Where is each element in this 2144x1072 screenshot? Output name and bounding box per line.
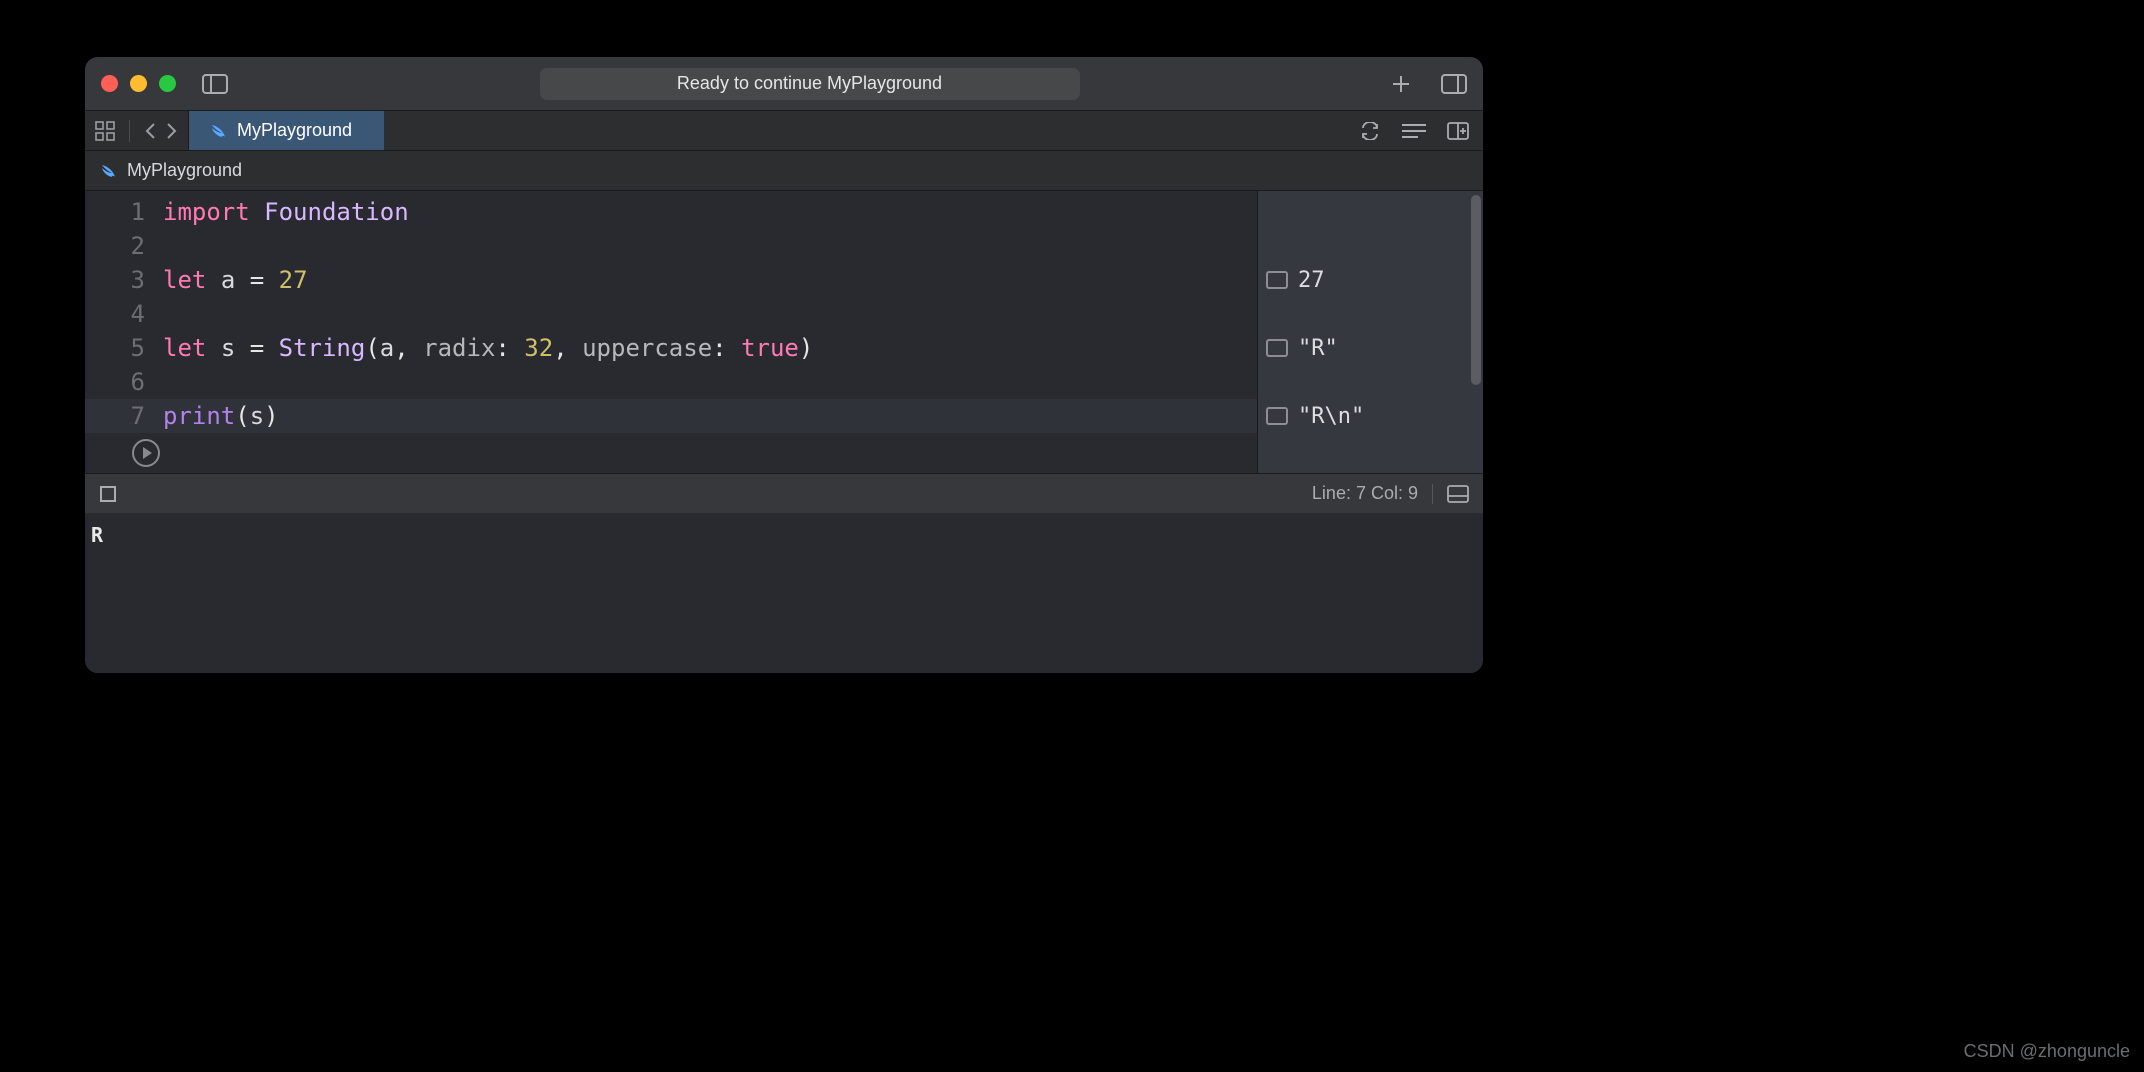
navigate-back-button[interactable] [144, 122, 158, 140]
window-controls [101, 75, 176, 92]
close-window-button[interactable] [101, 75, 118, 92]
result-line: "R" [1258, 331, 1469, 365]
zoom-window-button[interactable] [159, 75, 176, 92]
code-text: let a = 27 [163, 263, 308, 297]
line-number: 3 [85, 263, 163, 297]
code-editor[interactable]: 1import Foundation23let a = 2745let s = … [85, 191, 1257, 473]
result-line [1258, 297, 1469, 331]
debug-bar: Line: 7 Col: 9 [85, 473, 1483, 513]
related-items-button[interactable] [95, 121, 115, 141]
code-line[interactable]: 1import Foundation [85, 195, 1257, 229]
sidebar-icon [202, 74, 228, 94]
code-text: let s = String(a, radix: 32, uppercase: … [163, 331, 813, 365]
toggle-navigator-button[interactable] [202, 74, 228, 94]
watermark: CSDN @zhonguncle [1964, 1041, 2130, 1062]
toggle-debug-area-button[interactable] [1447, 485, 1469, 503]
tab-label: MyPlayground [237, 120, 352, 141]
plus-icon [1391, 74, 1411, 94]
chevron-right-icon [164, 122, 178, 140]
vertical-scrollbar[interactable] [1469, 191, 1483, 473]
swift-icon [99, 162, 117, 180]
tab-myplayground[interactable]: MyPlayground [189, 111, 384, 150]
panel-bottom-icon [1447, 485, 1469, 503]
refresh-button[interactable] [1359, 122, 1381, 140]
editor-area: 1import Foundation23let a = 2745let s = … [85, 191, 1483, 473]
jump-bar-file: MyPlayground [127, 160, 242, 181]
jump-bar[interactable]: MyPlayground [85, 151, 1483, 191]
result-line [1258, 229, 1469, 263]
result-line: "R\n" [1258, 399, 1469, 433]
toggle-breakpoints-button[interactable] [99, 485, 117, 503]
run-playground-button[interactable] [132, 439, 160, 467]
line-number: 5 [85, 331, 163, 365]
play-icon [143, 447, 152, 459]
result-value: 27 [1298, 268, 1325, 293]
navigate-forward-button[interactable] [164, 122, 178, 140]
cursor-position: Line: 7 Col: 9 [1312, 483, 1418, 504]
minimize-window-button[interactable] [130, 75, 147, 92]
add-button[interactable] [1391, 74, 1411, 94]
swift-icon [209, 122, 227, 140]
result-line [1258, 365, 1469, 399]
lines-icon [1401, 122, 1427, 140]
result-line: 27 [1258, 263, 1469, 297]
square-icon [99, 485, 117, 503]
console-output[interactable]: R [85, 513, 1483, 673]
line-number: 6 [85, 365, 163, 399]
results-sidebar: 27 "R" "R\n" [1257, 191, 1469, 473]
toggle-inspector-button[interactable] [1441, 74, 1467, 94]
quicklook-button[interactable] [1266, 271, 1288, 289]
line-number: 2 [85, 229, 163, 263]
result-line [1258, 195, 1469, 229]
status-text: Ready to continue MyPlayground [677, 73, 942, 94]
tab-bar: MyPlayground [85, 111, 1483, 151]
split-add-icon [1447, 122, 1469, 140]
add-editor-button[interactable] [1447, 122, 1469, 140]
result-value: "R\n" [1298, 404, 1364, 429]
code-text: import Foundation [163, 195, 409, 229]
sync-icon [1359, 122, 1381, 140]
inspector-icon [1441, 74, 1467, 94]
code-line[interactable]: 4 [85, 297, 1257, 331]
xcode-window: Ready to continue MyPlayground [84, 56, 1484, 674]
quicklook-button[interactable] [1266, 407, 1288, 425]
chevron-left-icon [144, 122, 158, 140]
grid-icon [95, 121, 115, 141]
line-number: 4 [85, 297, 163, 331]
code-line[interactable]: 5let s = String(a, radix: 32, uppercase:… [85, 331, 1257, 365]
code-line[interactable]: 2 [85, 229, 1257, 263]
editor-options-button[interactable] [1401, 122, 1427, 140]
line-number: 1 [85, 195, 163, 229]
quicklook-button[interactable] [1266, 339, 1288, 357]
activity-status[interactable]: Ready to continue MyPlayground [540, 68, 1080, 100]
code-text: print(s) [163, 399, 279, 433]
scrollbar-thumb[interactable] [1471, 195, 1481, 385]
line-number: 7 [85, 399, 163, 433]
code-line[interactable]: 6 [85, 365, 1257, 399]
code-line[interactable]: 3let a = 27 [85, 263, 1257, 297]
result-value: "R" [1298, 336, 1338, 361]
console-text: R [91, 523, 103, 547]
title-bar: Ready to continue MyPlayground [85, 57, 1483, 111]
code-line[interactable]: 7print(s) [85, 399, 1257, 433]
